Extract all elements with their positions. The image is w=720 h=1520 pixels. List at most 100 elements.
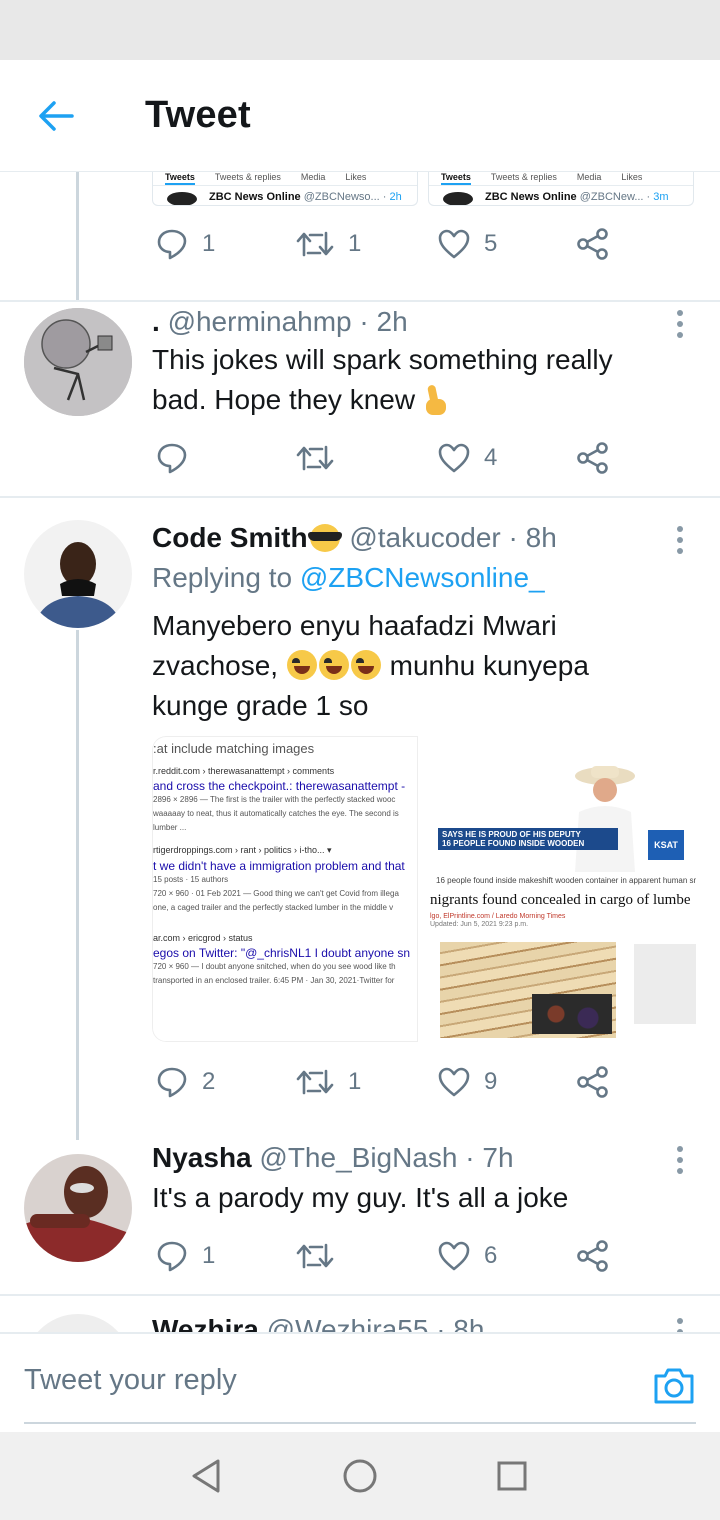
user-handle[interactable]: @Wezhira55 xyxy=(267,1314,429,1332)
action-bar: 2 1 9 xyxy=(152,1062,622,1102)
replying-to-link[interactable]: @ZBCNewsonline_ xyxy=(300,562,545,593)
nav-back-icon xyxy=(192,1459,220,1493)
tears-of-joy-icon xyxy=(318,650,349,680)
user-handle[interactable]: @herminahmp xyxy=(168,306,352,337)
reply-button[interactable]: 1 xyxy=(156,224,215,264)
retweet-icon xyxy=(296,1243,334,1269)
reply-icon xyxy=(157,229,187,260)
search-result: ar.com › ericgrod › status egos on Twitt… xyxy=(153,933,411,985)
timestamp: · 7h xyxy=(465,1142,514,1173)
tears-of-joy-icon xyxy=(350,650,381,680)
avatar[interactable] xyxy=(24,308,132,416)
reply-tweet[interactable]: . @herminahmp · 2h This jokes will spark… xyxy=(0,302,720,496)
share-button[interactable] xyxy=(576,224,610,264)
embedded-cards: Tweets Tweets & replies Media Likes ZBC … xyxy=(152,172,696,206)
avatar[interactable] xyxy=(24,1154,132,1262)
status-bar xyxy=(0,0,720,60)
avatar[interactable] xyxy=(24,1314,132,1332)
share-icon xyxy=(577,228,608,260)
camera-button[interactable] xyxy=(652,1366,696,1406)
media-news-photo[interactable]: SAYS HE IS PROUD OF HIS DEPUTY 16 PEOPLE… xyxy=(428,736,696,872)
embedded-tabs: Tweets Tweets & replies Media Likes xyxy=(429,172,693,186)
reply-icon xyxy=(157,443,187,474)
share-button[interactable] xyxy=(576,438,610,478)
crossed-fingers-icon xyxy=(423,385,449,415)
embedded-card[interactable]: Tweets Tweets & replies Media Likes ZBC … xyxy=(152,172,418,206)
reply-input-underline xyxy=(24,1422,696,1424)
retweet-icon xyxy=(296,445,334,471)
more-options-button[interactable] xyxy=(668,1142,692,1178)
retweet-icon xyxy=(296,231,334,257)
like-icon xyxy=(438,1241,470,1271)
avatar[interactable] xyxy=(24,520,132,628)
photo-person xyxy=(575,766,635,872)
tears-of-joy-icon xyxy=(286,650,317,680)
display-name[interactable]: . xyxy=(152,306,160,337)
retweet-button[interactable]: 1 xyxy=(296,1062,361,1102)
search-result: r.reddit.com › therewasanattempt › comme… xyxy=(153,766,406,832)
timestamp: · 8h xyxy=(508,522,557,553)
like-button[interactable]: 9 xyxy=(438,1062,497,1102)
retweet-icon xyxy=(296,1069,334,1095)
back-arrow-icon xyxy=(39,101,74,131)
media-article[interactable]: nigrants found concealed in cargo of lum… xyxy=(428,890,696,1042)
timestamp: · 2h xyxy=(359,306,408,337)
article-photo xyxy=(440,942,616,1038)
tweet-thread[interactable]: Tweets Tweets & replies Media Likes ZBC … xyxy=(0,172,720,1332)
like-icon xyxy=(438,443,470,473)
media-image-search[interactable]: :at include matching images r.reddit.com… xyxy=(152,736,418,1042)
display-name[interactable]: Nyasha xyxy=(152,1142,252,1173)
like-button[interactable]: 4 xyxy=(438,438,497,478)
more-options-button[interactable] xyxy=(668,306,692,342)
reply-icon xyxy=(157,1241,187,1272)
nav-home-icon xyxy=(343,1459,377,1493)
reply-button[interactable]: 2 xyxy=(156,1062,215,1102)
nav-recents-button[interactable] xyxy=(492,1456,532,1496)
share-icon xyxy=(577,442,608,474)
share-button[interactable] xyxy=(576,1236,610,1276)
tweet-header: . @herminahmp · 2h xyxy=(152,306,660,338)
like-icon xyxy=(438,1067,470,1097)
embedded-card[interactable]: Tweets Tweets & replies Media Likes ZBC … xyxy=(428,172,694,206)
search-result: rtigerdroppings.com › rant › politics › … xyxy=(153,845,405,912)
more-options-button[interactable] xyxy=(668,1314,692,1332)
avatar-image xyxy=(24,1154,132,1262)
retweet-button[interactable] xyxy=(296,1236,348,1276)
user-handle[interactable]: @The_BigNash xyxy=(259,1142,457,1173)
system-nav-bar xyxy=(0,1432,720,1520)
tweet-header: Wezhira @Wezhira55 · 8h xyxy=(152,1314,660,1332)
more-options-button[interactable] xyxy=(668,522,692,558)
like-button[interactable]: 5 xyxy=(438,224,497,264)
article-sidebar xyxy=(634,944,696,1024)
reply-button[interactable]: 1 xyxy=(156,1236,215,1276)
share-icon xyxy=(577,1066,608,1098)
avatar xyxy=(167,192,197,205)
tweet-media[interactable]: :at include matching images r.reddit.com… xyxy=(152,736,696,1042)
display-name[interactable]: Code Smith xyxy=(152,522,308,553)
nav-home-button[interactable] xyxy=(340,1456,380,1496)
app-header: Tweet xyxy=(0,60,720,172)
news-logo: KSAT 12 xyxy=(648,830,684,872)
reply-tweet[interactable]: Wezhira @Wezhira55 · 8h xyxy=(0,1296,720,1332)
tweet-text: It's a parody my guy. It's all a joke xyxy=(152,1182,569,1213)
sunglasses-emoji-icon xyxy=(307,524,342,552)
tweet-header: Nyasha @The_BigNash · 7h xyxy=(152,1142,660,1174)
share-button[interactable] xyxy=(576,1062,610,1102)
like-icon xyxy=(438,229,470,259)
nav-back-button[interactable] xyxy=(186,1456,226,1496)
replying-to: Replying to @ZBCNewsonline_ xyxy=(152,562,545,593)
back-button[interactable] xyxy=(30,90,82,142)
reply-input[interactable]: Tweet your reply xyxy=(24,1364,237,1397)
retweet-button[interactable] xyxy=(296,438,348,478)
reply-button[interactable] xyxy=(156,438,202,478)
retweet-button[interactable]: 1 xyxy=(296,224,361,264)
display-name[interactable]: Wezhira xyxy=(152,1314,259,1332)
embedded-tabs: Tweets Tweets & replies Media Likes xyxy=(153,172,417,186)
nav-recents-icon xyxy=(497,1461,527,1491)
user-handle[interactable]: @takucoder xyxy=(349,522,500,553)
page-title: Tweet xyxy=(145,94,251,136)
tweet-text: This jokes will spark something really b… xyxy=(152,344,613,415)
like-button[interactable]: 6 xyxy=(438,1236,497,1276)
photo-caption: 16 people found inside makeshift wooden … xyxy=(428,872,696,890)
avatar-image xyxy=(24,520,132,628)
